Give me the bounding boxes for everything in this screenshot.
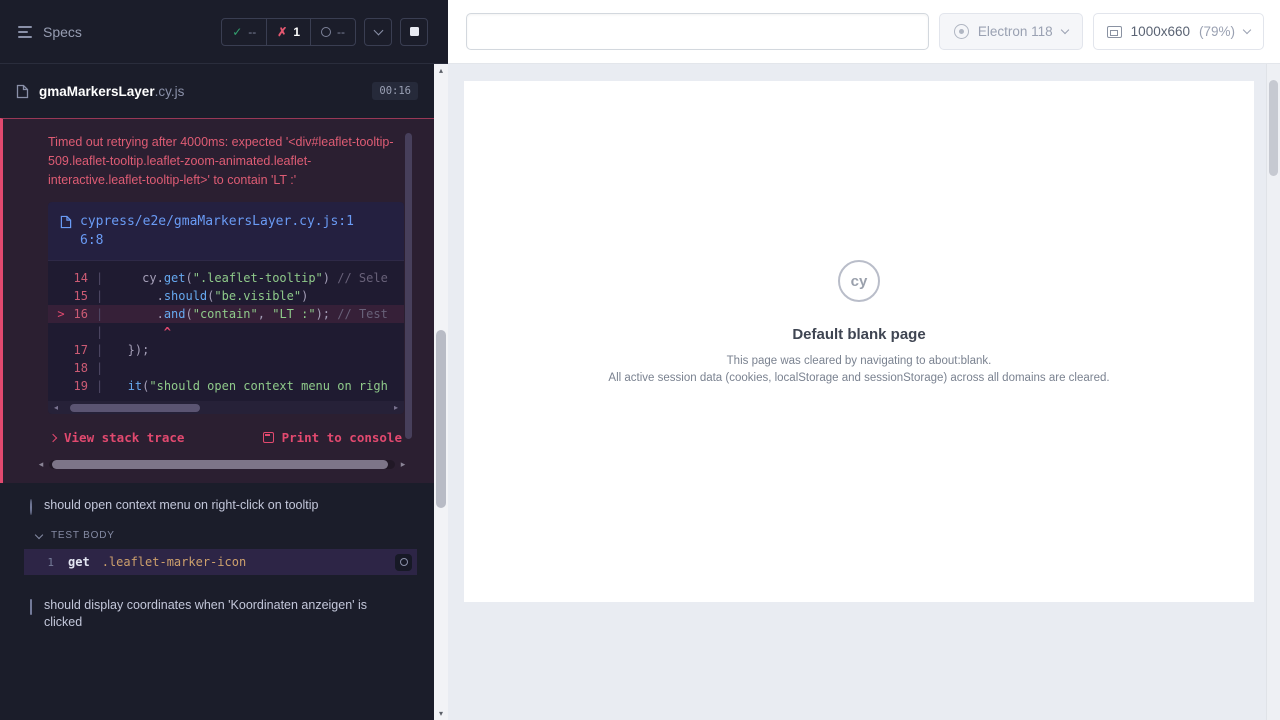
page-scrollbar-thumb[interactable] xyxy=(1269,80,1278,176)
stop-icon xyxy=(410,27,419,36)
url-input[interactable] xyxy=(466,13,929,50)
passed-check-icon xyxy=(232,25,242,39)
chevron-right-icon xyxy=(49,433,57,441)
code-scrollbar-thumb[interactable] xyxy=(70,404,200,412)
viewport-scale: (79%) xyxy=(1199,24,1235,39)
viewport-size: 1000x660 xyxy=(1131,24,1190,39)
scroll-right-arrow[interactable] xyxy=(391,401,401,414)
reporter-sidebar: Specs -- 1 -- xyxy=(0,0,448,720)
page-scrollbar xyxy=(1266,64,1280,720)
error-message: Timed out retrying after 4000ms: expecte… xyxy=(48,133,404,190)
reporter-scrollbar xyxy=(434,64,448,720)
test-item-queued[interactable]: should display coordinates when 'Koordin… xyxy=(0,583,434,641)
command-number: 1 xyxy=(24,556,54,569)
cypress-logo: cy xyxy=(838,260,880,302)
error-vertical-scrollbar xyxy=(405,133,412,439)
spec-header: gmaMarkersLayer.cy.js 00:16 xyxy=(0,64,434,118)
error-actions: View stack trace Print to console xyxy=(48,426,404,457)
browser-select[interactable]: Electron 118 xyxy=(939,13,1083,50)
command-spinner-badge xyxy=(395,554,412,571)
test-body-toggle[interactable]: TEST BODY xyxy=(0,526,434,549)
error-vscroll-thumb[interactable] xyxy=(405,133,412,439)
print-icon xyxy=(263,432,274,443)
code-frame-header: cypress/e2e/gmaMarkersLayer.cy.js:16:8 xyxy=(48,202,404,261)
spec-extension: .cy.js xyxy=(155,84,185,99)
aut-background: cy Default blank page This page was clea… xyxy=(448,64,1266,720)
error-scrollbar-thumb[interactable] xyxy=(52,460,388,469)
stat-passed: -- xyxy=(222,19,266,45)
aut-main-area: Electron 118 1000x660 (79%) cy Default b… xyxy=(448,0,1280,720)
spec-file-icon xyxy=(16,84,29,99)
stat-failed: 1 xyxy=(266,19,310,45)
stop-run-button[interactable] xyxy=(400,18,428,46)
scroll-down-arrow[interactable] xyxy=(434,707,448,720)
code-file-icon xyxy=(60,215,72,229)
spinner-icon xyxy=(400,558,408,566)
failed-x-icon xyxy=(277,25,287,39)
scroll-up-arrow[interactable] xyxy=(434,64,448,77)
scroll-left-arrow[interactable] xyxy=(36,458,46,471)
scroll-right-arrow[interactable] xyxy=(398,458,408,471)
command-log-row[interactable]: 1 get .leaflet-marker-icon xyxy=(24,549,417,575)
chevron-down-icon xyxy=(373,25,383,35)
test-title: should display coordinates when 'Koordin… xyxy=(44,597,394,631)
electron-browser-icon xyxy=(954,24,969,39)
reporter-header: Specs -- 1 -- xyxy=(0,0,448,64)
chevron-down-icon xyxy=(1243,26,1251,34)
print-to-console-button[interactable]: Print to console xyxy=(263,430,402,445)
blank-page-message-2: All active session data (cookies, localS… xyxy=(608,370,1109,387)
view-stack-trace-button[interactable]: View stack trace xyxy=(50,430,184,445)
reporter-body: gmaMarkersLayer.cy.js 00:16 Timed out re… xyxy=(0,64,434,720)
blank-page-title: Default blank page xyxy=(608,326,1109,343)
viewport-info-button[interactable]: 1000x660 (79%) xyxy=(1093,13,1264,50)
code-frame-file-link[interactable]: cypress/e2e/gmaMarkersLayer.cy.js:16:8 xyxy=(80,212,358,250)
aut-iframe: cy Default blank page This page was clea… xyxy=(464,81,1254,602)
test-item-running[interactable]: should open context menu on right-click … xyxy=(0,483,434,526)
scroll-left-arrow[interactable] xyxy=(51,401,61,414)
aut-header: Electron 118 1000x660 (79%) xyxy=(448,0,1280,64)
stat-pending: -- xyxy=(310,19,355,45)
code-frame: cypress/e2e/gmaMarkersLayer.cy.js:16:8 1… xyxy=(48,202,404,414)
pending-circle-icon xyxy=(321,27,331,37)
test-stats: -- 1 -- xyxy=(221,18,356,46)
collapse-all-button[interactable] xyxy=(364,18,392,46)
specs-menu-icon[interactable] xyxy=(18,26,32,38)
test-title: should open context menu on right-click … xyxy=(44,497,318,516)
chevron-down-icon xyxy=(1060,26,1068,34)
test-queued-icon xyxy=(30,599,32,615)
command-message: .leaflet-marker-icon xyxy=(102,555,395,569)
failed-attempt-panel: Timed out retrying after 4000ms: expecte… xyxy=(0,118,434,483)
viewport-icon xyxy=(1107,26,1122,38)
chevron-down-icon xyxy=(35,530,43,538)
error-horizontal-scrollbar xyxy=(36,457,408,471)
reporter-scrollbar-thumb[interactable] xyxy=(436,330,446,508)
test-body-label: TEST BODY xyxy=(51,530,115,541)
code-snippet: 14| cy.get(".leaflet-tooltip") // Sele 1… xyxy=(48,261,404,401)
command-method: get xyxy=(68,555,90,569)
spec-name[interactable]: gmaMarkersLayer.cy.js xyxy=(39,84,362,99)
blank-page-content: cy Default blank page This page was clea… xyxy=(608,260,1109,387)
spec-duration: 00:16 xyxy=(372,82,418,100)
specs-label: Specs xyxy=(43,24,82,40)
blank-page-message-1: This page was cleared by navigating to a… xyxy=(608,353,1109,370)
test-running-icon xyxy=(30,499,32,515)
code-horizontal-scrollbar xyxy=(48,401,404,414)
